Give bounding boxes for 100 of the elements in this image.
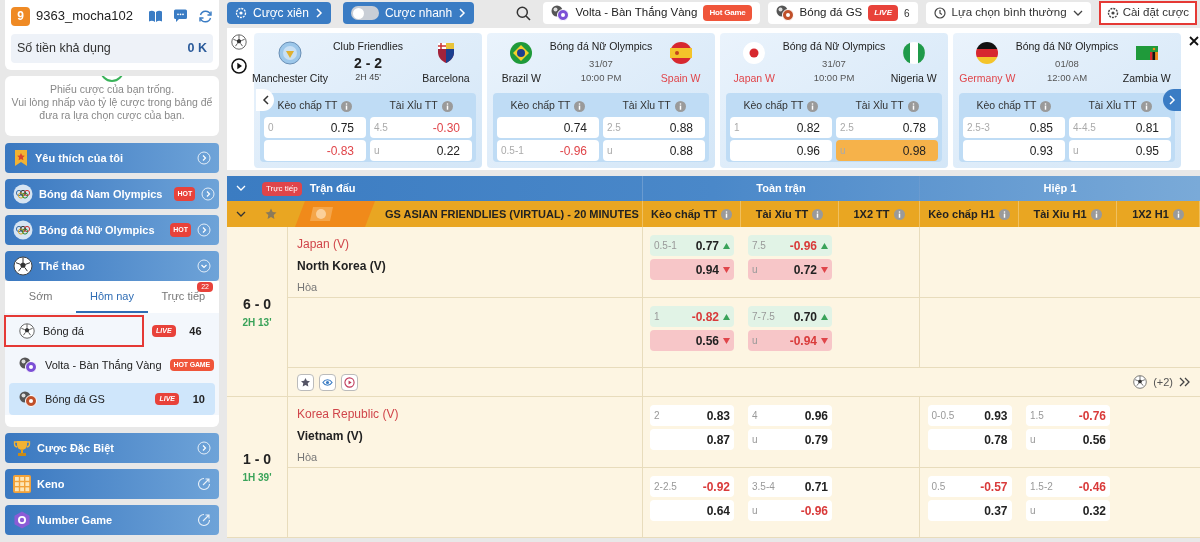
settings-icon (235, 7, 247, 19)
up-triangle-icon (821, 313, 828, 320)
quick-bet-button[interactable]: Cược nhanh (342, 2, 475, 24)
odds-button[interactable]: 4 0.96 (748, 405, 832, 426)
odds-button[interactable]: 0.64 (650, 500, 734, 521)
sidebar-menu-item[interactable]: Yêu thích của tôi (5, 143, 219, 173)
handicap-line: 7.5 (752, 239, 767, 253)
match-card[interactable]: Manchester City Club Friendlies 2 - 2 2H 45' Barcelona Kèo chấp TT 0 0.75 -0.83 Tài Xỉu TT 4.5 -0.30 u 0.22 (254, 33, 482, 168)
refresh-icon[interactable] (198, 8, 213, 24)
handicap-line: 0.5-1 (654, 239, 678, 253)
odds-button[interactable]: 4.5 -0.30 (370, 117, 472, 138)
odds-button[interactable]: u 0.22 (370, 140, 472, 161)
odds-button[interactable]: 7.5 -0.96 (748, 235, 832, 256)
odds-button[interactable]: u 0.95 (1069, 140, 1171, 161)
chevron-down-icon[interactable] (236, 210, 246, 218)
collapse-icon[interactable] (197, 259, 211, 273)
odds-button[interactable]: 2.5 0.78 (836, 117, 938, 138)
rings-icon (13, 220, 33, 240)
odds-button[interactable]: 4-4.5 0.81 (1069, 117, 1171, 138)
toggle-switch[interactable] (350, 6, 379, 20)
external-link-icon[interactable] (197, 477, 211, 491)
odds-button[interactable]: 1 0.82 (730, 117, 832, 138)
odds-button[interactable]: u 0.56 (1026, 429, 1110, 450)
chat-icon[interactable] (173, 9, 188, 23)
odds-button[interactable]: 0.87 (650, 429, 734, 450)
market-title: Kèo chấp TT (976, 98, 1037, 114)
odds-button[interactable]: 0.5-1 0.77 (650, 235, 734, 256)
odds-value: -0.96 (789, 237, 817, 255)
sidebar-menu-item[interactable]: Keno (5, 469, 219, 499)
odds-button[interactable]: 3.5-4 0.71 (748, 476, 832, 497)
odds-button[interactable]: 1 -0.82 (650, 306, 734, 327)
chevron-right-icon (314, 8, 323, 18)
odds-button[interactable]: u 0.98 (836, 140, 938, 161)
match-card[interactable]: Germany W Bóng đá Nữ Olympics 01/08 12:00 AM Zambia W Kèo chấp TT 2.5-3 0.85 0.93 Tài Xỉu TT 4-4.5 0.81 u 0.95 (953, 33, 1181, 168)
odds-button[interactable]: 2-2.5 -0.92 (650, 476, 734, 497)
handicap-line: 3.5-4 (752, 480, 776, 494)
odds-button[interactable]: 1.5 -0.76 (1026, 405, 1110, 426)
odds-button[interactable]: u -0.96 (748, 500, 832, 521)
odds-button[interactable]: u 0.88 (603, 140, 705, 161)
bet-settings-button[interactable]: Cài đặt cược (1098, 1, 1197, 25)
previous-button[interactable] (256, 89, 274, 111)
column-header: Tài Xỉu H1 (1033, 206, 1087, 222)
odds-value: 0.94 (695, 261, 719, 279)
odds-button[interactable]: 0.78 (927, 429, 1012, 450)
eye-icon[interactable] (319, 373, 336, 391)
sidebar-menu-item[interactable]: Cược Đặc Biệt (5, 433, 219, 463)
odds-button[interactable]: u 0.72 (748, 259, 832, 280)
handicap-line: u (752, 504, 759, 518)
odds-button[interactable]: 1.5-2 -0.46 (1026, 476, 1110, 497)
odds-button[interactable]: 0.5-1 -0.96 (497, 140, 599, 161)
odds-button[interactable]: 7-7.5 0.70 (748, 306, 832, 327)
ball-badge-icon (19, 391, 37, 407)
odds-button[interactable]: 0-0.5 0.93 (927, 405, 1012, 426)
odds-button[interactable]: 0.74 (497, 117, 599, 138)
odds-button[interactable]: 0.94 (650, 259, 734, 280)
odds-button[interactable]: u 0.79 (748, 429, 832, 450)
odds-button[interactable]: 2.5 0.88 (603, 117, 705, 138)
odds-button[interactable]: 0.96 (730, 140, 832, 161)
close-icon[interactable] (1189, 36, 1199, 46)
league-name: Bóng đá Nữ Olympics (782, 39, 886, 54)
sidebar-menu-item[interactable]: Number Game (5, 505, 219, 535)
featured-game-tab[interactable]: Volta - Bàn Thắng Vàng Hot Game (543, 2, 760, 24)
clock-icon (933, 7, 946, 19)
odds-button[interactable]: 0.37 (927, 500, 1012, 521)
match-card[interactable]: Brazil W Bóng đá Nữ Olympics 31/07 10:00 PM Spain W Kèo chấp TT 0.74 0.5-1 -0.96 Tài Xỉu TT 2.5 0.88 u 0.88 (487, 33, 715, 168)
odds-button[interactable]: u 0.32 (1026, 500, 1110, 521)
handicap-line: 2.5-3 (967, 121, 990, 135)
more-markets-count[interactable]: (+2) (1153, 373, 1173, 391)
odds-mode-dropdown[interactable]: Lựa chọn bình thường (925, 2, 1091, 24)
star-icon[interactable] (265, 208, 277, 220)
odds-value: 0.72 (793, 261, 817, 279)
handicap-line: u (1073, 144, 1079, 158)
next-button[interactable] (1163, 89, 1181, 111)
handicap-line: 2.5 (840, 121, 854, 135)
odds-button[interactable]: 0.56 (650, 330, 734, 351)
team-name: Germany W (959, 71, 1016, 86)
sport-tab[interactable]: Sớm (5, 281, 77, 313)
book-icon[interactable] (148, 9, 163, 23)
handicap-line: 1.5 (1030, 409, 1045, 423)
search-icon[interactable] (516, 5, 532, 21)
up-triangle-icon (821, 242, 828, 249)
odds-value: 0.81 (1135, 119, 1159, 137)
sidebar-menu-item[interactable]: Thể thao (5, 251, 219, 281)
odds-button[interactable]: 2 0.83 (650, 405, 734, 426)
odds-button[interactable]: 0.93 (963, 140, 1065, 161)
parlay-button[interactable]: Cược xiên (227, 2, 331, 24)
odds-button[interactable]: 0.5 -0.57 (927, 476, 1012, 497)
handicap-line: 0 (268, 121, 274, 135)
double-chevron-icon[interactable] (1179, 377, 1190, 387)
featured-game-tab[interactable]: Bóng đá GS LIVE 6 (767, 2, 918, 24)
external-link-icon[interactable] (197, 513, 211, 527)
column-group-header: Hiệp 1 (1042, 181, 1078, 197)
odds-button[interactable]: -0.83 (264, 140, 366, 161)
down-triangle-icon (723, 337, 730, 344)
info-icon (1172, 208, 1184, 220)
column-header: 1X2 H1 (1132, 206, 1169, 222)
play-icon[interactable] (230, 58, 247, 74)
odds-button[interactable]: 0 0.75 (264, 117, 366, 138)
match-card[interactable]: Japan W Bóng đá Nữ Olympics 31/07 10:00 PM Nigeria W Kèo chấp TT 1 0.82 0.96 Tài Xỉu TT 2.5 0.78 u 0.98 (720, 33, 948, 168)
odds-button[interactable]: 2.5-3 0.85 (963, 117, 1065, 138)
